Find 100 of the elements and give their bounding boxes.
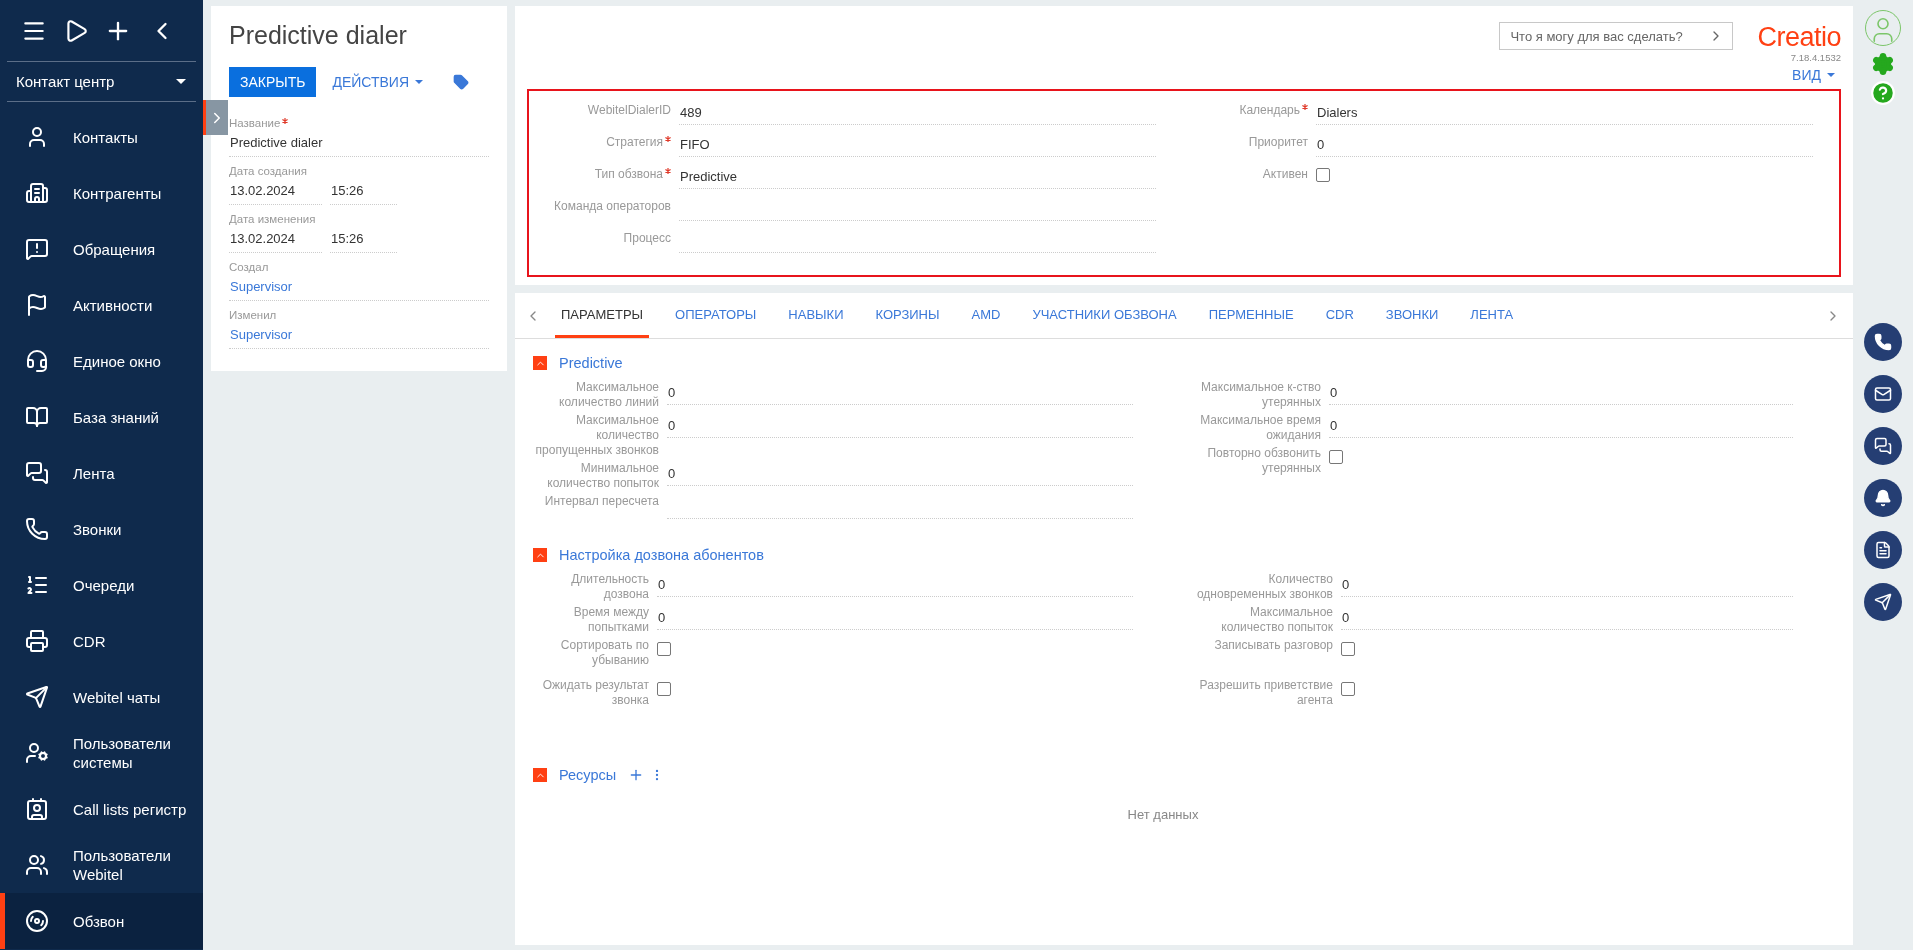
panel-toggle[interactable] (203, 100, 228, 135)
user-link[interactable]: Supervisor (229, 321, 489, 349)
field-label: Минимальное количество попыток (546, 460, 660, 491)
tab[interactable]: КОРЗИНЫ (869, 293, 946, 338)
view-button[interactable]: ВИД (1792, 64, 1835, 85)
tab[interactable]: ЗВОНКИ (1379, 293, 1445, 338)
tag-icon[interactable] (453, 74, 469, 90)
checkbox[interactable] (1316, 167, 1330, 182)
field-label: Записывать разговор (1213, 637, 1334, 653)
sidebar-item[interactable]: Лента (0, 445, 203, 501)
input-field[interactable]: 0 (657, 604, 1133, 630)
tab[interactable]: ОПЕРАТОРЫ (669, 293, 763, 338)
input-field[interactable]: 0 (1329, 379, 1793, 405)
input-field[interactable]: 0 (667, 379, 1133, 405)
settings-icon[interactable] (1871, 52, 1895, 76)
workspace-dropdown[interactable]: Контакт центр (7, 62, 196, 102)
printer-icon (25, 629, 49, 653)
building-icon (25, 181, 49, 205)
input-field[interactable]: 0 (667, 412, 1133, 438)
input-field[interactable]: 0 (1341, 604, 1793, 630)
sidebar-item[interactable]: Обзвон (0, 893, 203, 949)
tab[interactable]: НАВЫКИ (782, 293, 850, 338)
headset-person-icon (25, 349, 49, 373)
field-label: Разрешить приветствие агента (1198, 677, 1334, 708)
required-icon (282, 118, 289, 124)
required-icon (665, 167, 671, 174)
field-label: Процесс (622, 229, 672, 246)
sidebar-item[interactable]: Контакты (0, 109, 203, 165)
field-label: Максимальное количество пропущенных звонков (534, 412, 660, 458)
sidebar-item[interactable]: CDR (0, 613, 203, 669)
input-field[interactable]: Dialers (1316, 98, 1813, 125)
bell-icon[interactable] (1864, 479, 1902, 517)
sidebar-item[interactable]: Call lists регистр (0, 781, 203, 837)
sidebar-item[interactable]: Звонки (0, 501, 203, 557)
input-field[interactable]: 0 (1316, 130, 1813, 157)
mail-icon[interactable] (1864, 375, 1902, 413)
input-field[interactable]: 0 (667, 460, 1133, 486)
input-field[interactable]: 489 (679, 98, 1156, 125)
field-label: Календарь (1196, 96, 1316, 118)
checkbox[interactable] (1341, 642, 1355, 656)
sidebar-item[interactable]: Webitel чаты (0, 669, 203, 725)
field-label: Стратегия (539, 128, 679, 150)
checkbox[interactable] (657, 682, 671, 696)
document-icon[interactable] (1864, 531, 1902, 569)
tab[interactable]: CDR (1319, 293, 1360, 338)
field-label: Максимальное количество линий (558, 379, 660, 410)
field-label: Изменил (229, 309, 278, 321)
checkbox[interactable] (657, 642, 671, 656)
section-title: Настройка дозвона абонентов (559, 547, 764, 563)
required-icon (1302, 103, 1308, 110)
section-title: Ресурсы (559, 767, 617, 783)
time-field[interactable]: 15:26 (330, 225, 397, 253)
sidebar-item[interactable]: Контрагенты (0, 165, 203, 221)
sidebar-item[interactable]: Очереди (0, 557, 203, 613)
field-label: Приоритет (1247, 133, 1309, 150)
sidebar-item[interactable]: Пользователи Webitel (0, 837, 203, 893)
input-field[interactable]: Predictive dialer (229, 129, 489, 157)
field-label: Время между попытками (572, 604, 650, 635)
input-field[interactable]: FIFO (679, 130, 1156, 157)
field-label: Дата создания (229, 165, 308, 177)
checkbox[interactable] (1341, 682, 1355, 696)
sidebar-item[interactable]: Пользователи системы (0, 725, 203, 781)
checkbox[interactable] (1329, 450, 1343, 464)
time-field[interactable]: 15:26 (330, 177, 397, 205)
input-field[interactable]: 0 (1341, 571, 1793, 597)
tab[interactable]: ЛЕНТА (1464, 293, 1520, 338)
field-label: Сортировать по убыванию (559, 637, 650, 668)
tab[interactable]: ПАРАМЕТРЫ (555, 293, 650, 338)
help-icon[interactable] (1870, 80, 1896, 106)
chat-bubbles-icon[interactable] (1864, 427, 1902, 465)
sidebar-item[interactable]: База знаний (0, 389, 203, 445)
field-label: WebitelDialerID (586, 101, 672, 118)
search-box[interactable]: Что я могу для вас сделать? (1499, 22, 1734, 50)
input-field[interactable]: Predictive (679, 162, 1156, 189)
date-field[interactable]: 13.02.2024 (229, 225, 322, 253)
sidebar-item[interactable]: Обращения (0, 221, 203, 277)
input-field[interactable]: 0 (657, 571, 1133, 597)
field-label: Количество одновременных звонков (1195, 571, 1334, 602)
field-label: Создал (229, 261, 270, 273)
empty-message: Нет данных (1126, 807, 1200, 822)
page-title: Predictive dialer (229, 21, 408, 50)
paper-plane-icon[interactable] (1864, 583, 1902, 621)
logo: Creatio (1757, 22, 1841, 52)
date-field[interactable]: 13.02.2024 (229, 177, 322, 205)
sidebar-item[interactable]: Активности (0, 277, 203, 333)
field-label: Ожидать результат звонка (541, 677, 650, 708)
sidebar-item[interactable]: Единое окно (0, 333, 203, 389)
close-button[interactable]: ЗАКРЫТЬ (229, 67, 317, 97)
flag-icon (25, 293, 49, 317)
people-icon (25, 853, 49, 877)
input-field[interactable]: 0 (1329, 412, 1793, 438)
tab[interactable]: ПЕРМЕННЫЕ (1202, 293, 1300, 338)
tab[interactable]: УЧАСТНИКИ ОБЗВОНА (1026, 293, 1183, 338)
alert-message-icon (25, 237, 49, 261)
actions-button[interactable]: ДЕЙСТВИЯ (332, 74, 423, 90)
phone-icon[interactable] (1864, 323, 1902, 361)
tab[interactable]: AMD (965, 293, 1007, 338)
field-label: Максимальное количество попыток (1220, 604, 1334, 635)
user-link[interactable]: Supervisor (229, 273, 489, 301)
field-label: Команда операторов (553, 197, 672, 214)
